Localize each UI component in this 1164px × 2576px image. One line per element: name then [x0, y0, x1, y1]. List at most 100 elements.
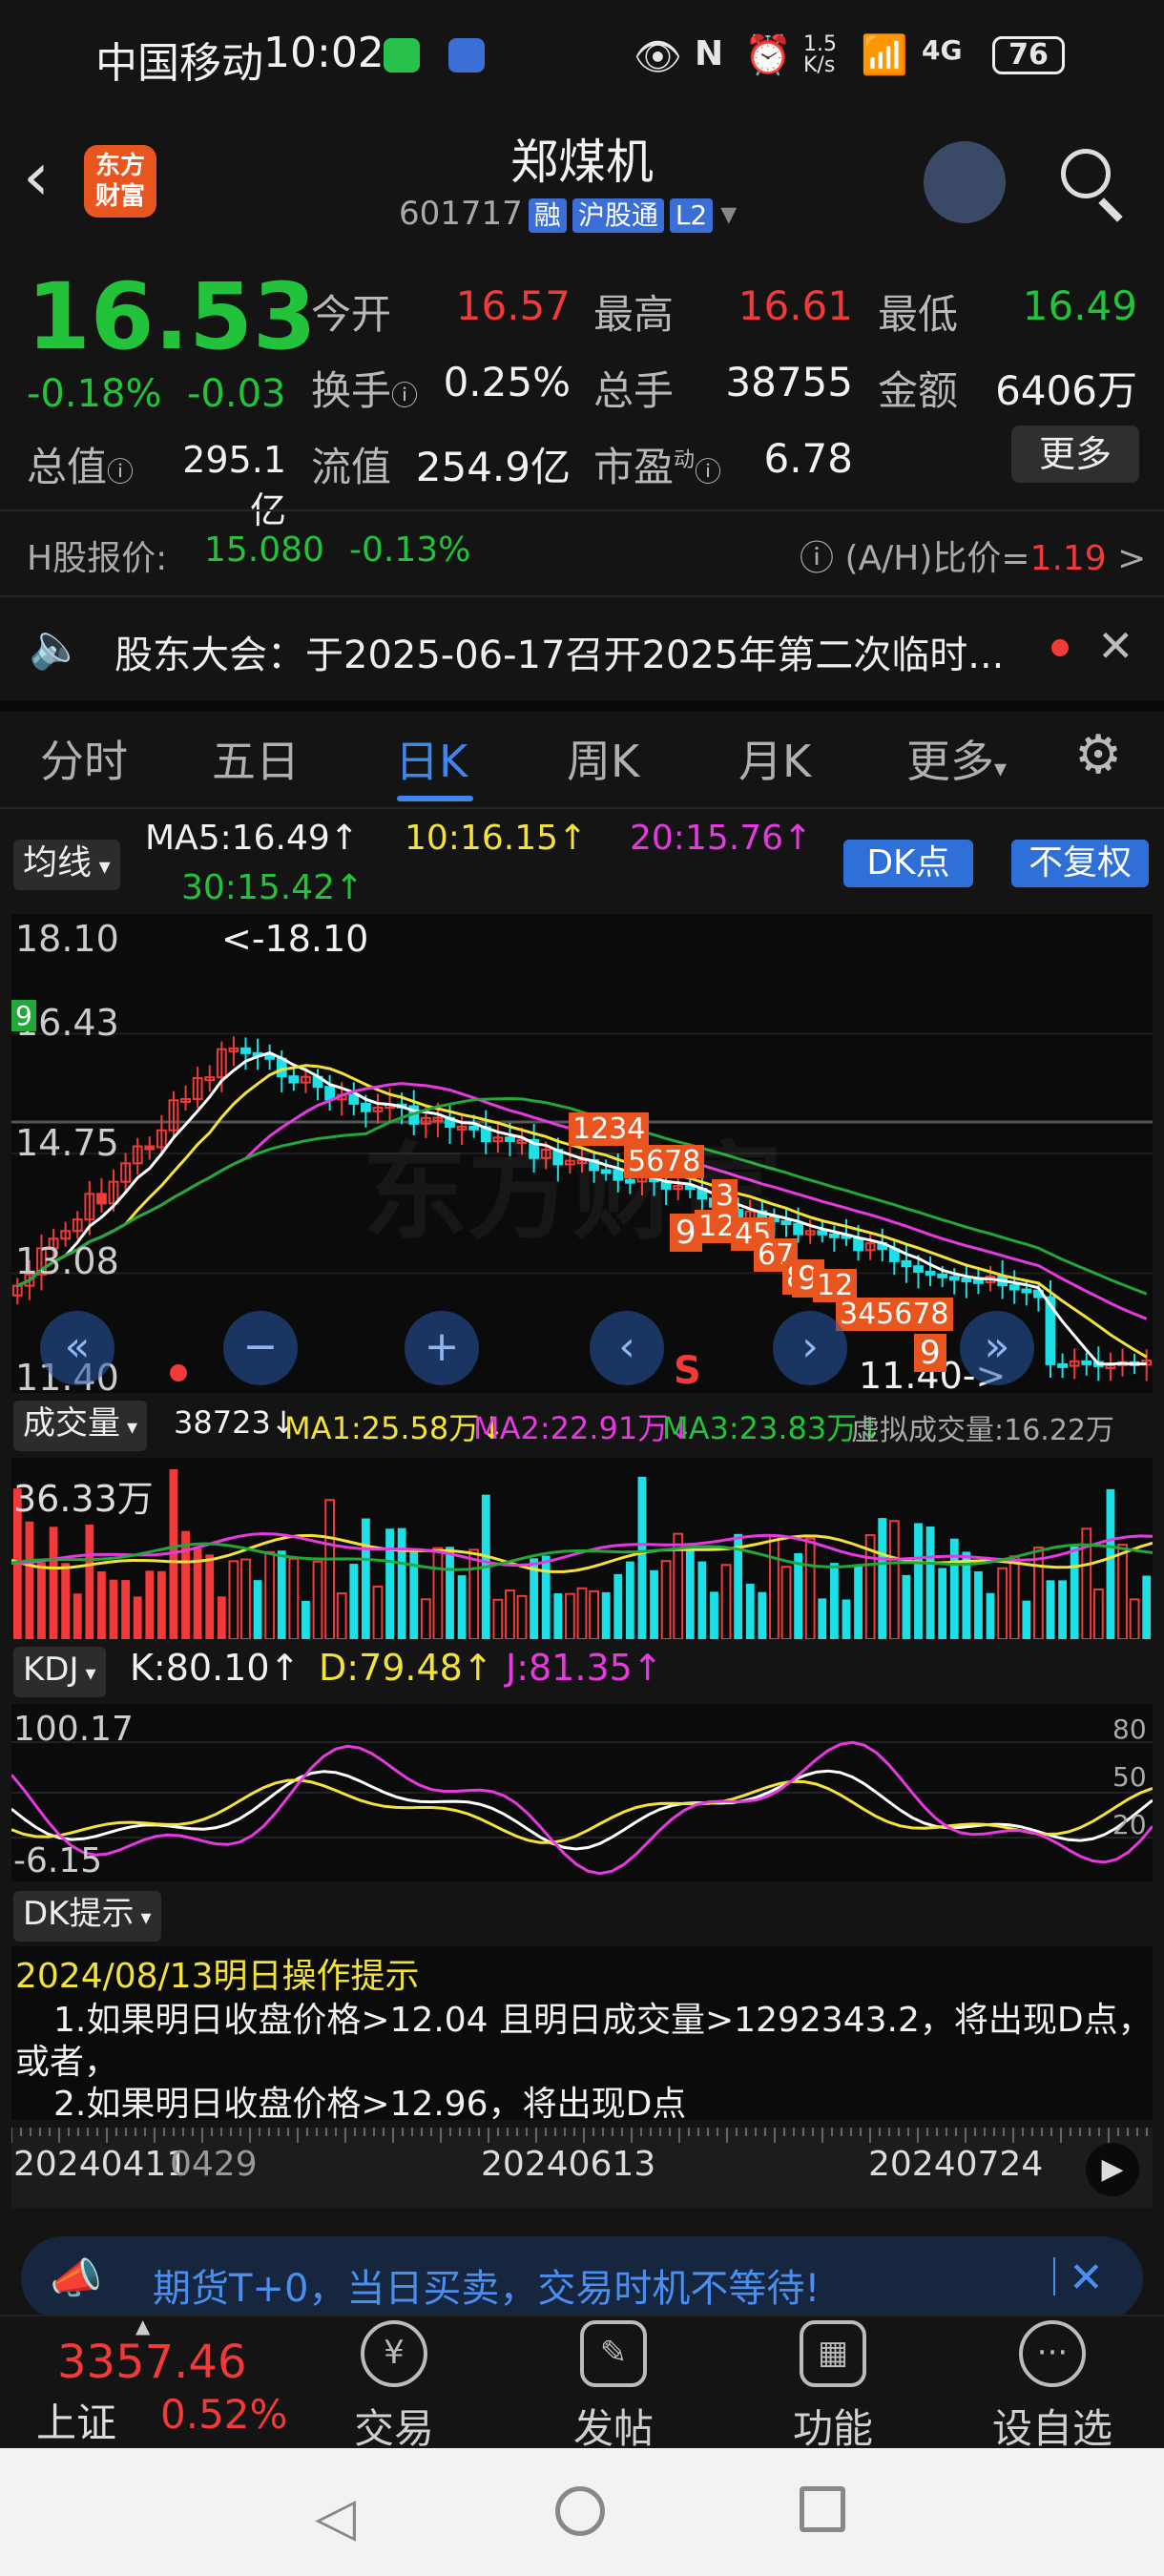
nav-functions[interactable]: ▦ 功能 — [761, 2320, 904, 2455]
chevron-down-icon[interactable]: ▾ — [720, 195, 737, 233]
index-pct[interactable]: 0.52% — [160, 2391, 287, 2438]
ad-text[interactable]: 期货T+0，当日买卖，交易时机不等待! — [153, 2257, 820, 2313]
turnover-label: 换手ⓘ — [311, 367, 419, 414]
y-label-4: 13.08 — [15, 1240, 119, 1282]
volume-bar — [565, 1592, 575, 1639]
dk-tip-line2: 2.如果明日收盘价格>12.96，将出现D点 — [53, 2085, 687, 2124]
candle — [817, 1230, 828, 1236]
adjust-price-button[interactable]: 不复权 — [1011, 840, 1149, 887]
search-icon[interactable] — [1061, 149, 1111, 198]
kdj-panel[interactable] — [11, 1704, 1153, 1881]
kdj-selector[interactable]: KDJ ▾ — [13, 1647, 106, 1697]
volume-selector[interactable]: 成交量 ▾ — [13, 1401, 148, 1451]
volume-bar — [613, 1573, 623, 1639]
tab-month-k[interactable]: 月K — [738, 727, 811, 790]
system-recents-icon[interactable] — [800, 2486, 845, 2532]
play-icon[interactable]: ▶ — [1086, 2143, 1139, 2196]
dk-tip-selector[interactable]: DK提示 ▾ — [13, 1891, 161, 1942]
volume-bar — [446, 1547, 454, 1639]
index-value[interactable]: 3357.46 — [57, 2336, 247, 2389]
volume-ma2: MA2:22.91万↓ — [473, 1410, 695, 1446]
alarm-icon: ⏰ — [744, 33, 792, 77]
pe-value: 6.78 — [763, 435, 853, 482]
close-icon[interactable]: ✕ — [1069, 2254, 1104, 2302]
tag-connect: 沪股通 — [572, 198, 664, 233]
wechat-icon — [384, 38, 420, 73]
volume-bar — [253, 1580, 262, 1639]
volume-bar — [804, 1537, 816, 1639]
volume-bar — [1070, 1546, 1079, 1639]
volume-bar — [516, 1594, 528, 1639]
stock-code: 601717 — [399, 195, 523, 233]
tag-margin: 融 — [528, 198, 567, 233]
notice-text[interactable]: 股东大会：于2025-06-17召开2025年第二次临时... — [114, 624, 1030, 679]
candle — [961, 1278, 972, 1283]
jump-left-icon[interactable]: « — [40, 1311, 114, 1385]
change-value: -0.03 — [187, 372, 286, 416]
nav-watchlist[interactable]: ··· 设自选 — [981, 2320, 1124, 2455]
nav-post[interactable]: ✎ 发帖 — [542, 2320, 685, 2455]
volume-bar — [888, 1520, 900, 1639]
chevron-up-icon: ▲ — [135, 2315, 151, 2337]
scroll-left-icon[interactable]: ‹ — [590, 1311, 664, 1385]
system-home-icon[interactable] — [555, 2486, 605, 2536]
volume-chart — [11, 1469, 1153, 1639]
seq-label: 9 — [914, 1334, 946, 1372]
more-dots-icon: ··· — [1019, 2320, 1086, 2387]
volume-bar — [49, 1527, 58, 1639]
scroll-right-icon[interactable]: › — [773, 1311, 847, 1385]
help-icon: ⓘ — [800, 539, 845, 578]
zoom-out-icon[interactable]: − — [223, 1311, 298, 1385]
ma5-value: MA5:16.49↑ — [145, 819, 359, 858]
timeline-date-1: 20240411 — [13, 2145, 189, 2184]
candle — [348, 1093, 360, 1105]
divider — [0, 509, 1164, 511]
zoom-in-icon[interactable]: + — [405, 1311, 479, 1385]
megaphone-icon: 📣 — [50, 2254, 102, 2303]
volume-bar — [986, 1592, 995, 1639]
dk-point-button[interactable]: DK点 — [843, 840, 973, 887]
volume-bar — [769, 1534, 779, 1639]
turnover-value: 0.25% — [443, 359, 571, 405]
system-back-icon[interactable]: ◁ — [315, 2486, 356, 2548]
kdj-level-80: 80 — [1112, 1714, 1147, 1745]
close-icon[interactable]: ✕ — [1097, 620, 1134, 672]
volume-bar — [625, 1561, 634, 1639]
hshare-pct[interactable]: -0.13% — [349, 530, 470, 570]
volume-bar — [97, 1570, 106, 1639]
candle — [240, 1047, 251, 1054]
battery-icon: 76 — [992, 36, 1065, 74]
tab-more[interactable]: 更多▾ — [906, 727, 1007, 790]
volume-bar — [553, 1592, 563, 1639]
volume-bar — [397, 1527, 406, 1639]
index-name[interactable]: 上证 — [36, 2391, 116, 2449]
chevron-down-icon: ▾ — [994, 755, 1008, 783]
tab-five-day[interactable]: 五日 — [212, 727, 300, 790]
carrier: 中国移动 — [95, 39, 263, 88]
pe-label: 市盈动ⓘ — [593, 444, 722, 490]
volume-bar — [109, 1579, 118, 1639]
volume-bar — [301, 1600, 310, 1639]
tab-day-k[interactable]: 日K — [395, 727, 468, 790]
volume-bar — [902, 1574, 911, 1639]
gear-icon[interactable]: ⚙ — [1074, 727, 1122, 784]
kdj-level-50: 50 — [1112, 1761, 1147, 1793]
volume-bar — [85, 1525, 94, 1639]
more-quote-button[interactable]: 更多 — [1011, 426, 1139, 483]
ma-selector[interactable]: 均线 ▾ — [13, 840, 120, 890]
tab-minute[interactable]: 分时 — [40, 727, 128, 790]
ah-ratio[interactable]: ⓘ (A/H)比价=1.19 > — [800, 530, 1146, 580]
volume-bar — [432, 1547, 444, 1639]
volume-label: 总手 — [593, 367, 675, 414]
jump-right-icon[interactable]: » — [960, 1311, 1034, 1385]
tab-week-k[interactable]: 周K — [567, 727, 639, 790]
high-label: 最高 — [593, 291, 675, 338]
eye-icon: 👁 — [634, 35, 682, 79]
robot-avatar[interactable] — [924, 141, 1006, 223]
divider — [1053, 2257, 1055, 2296]
nav-trade[interactable]: ¥ 交易 — [322, 2320, 466, 2455]
volume-bar — [372, 1585, 384, 1639]
volume-panel[interactable] — [11, 1458, 1153, 1639]
volume-bar — [974, 1570, 983, 1639]
volume-bar — [1117, 1544, 1128, 1639]
